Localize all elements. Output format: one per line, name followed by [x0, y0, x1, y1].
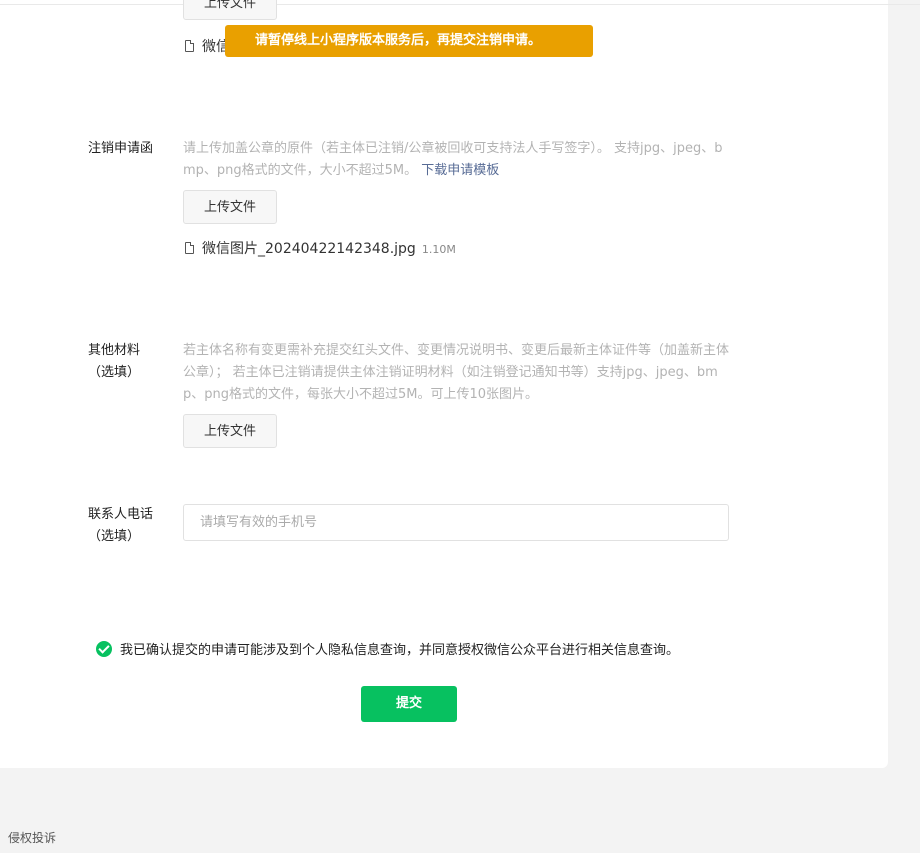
report-infringement-link[interactable]: 侵权投诉 [8, 829, 56, 846]
warning-toast: 请暂停线上小程序版本服务后，再提交注销申请。 [225, 25, 593, 57]
file-icon [185, 242, 194, 254]
upload-button-previous[interactable]: 上传文件 [183, 0, 277, 20]
upload-button-other[interactable]: 上传文件 [183, 414, 277, 448]
other-materials-label: 其他材料（选填） [88, 343, 141, 380]
file-size: 1.10M [421, 243, 456, 256]
file-name: 微信图片_20240422142348.jpg [202, 241, 416, 257]
contact-phone-label: 联系人电话（选填） [88, 507, 154, 544]
uploaded-file-letter[interactable]: 微信图片_20240422142348.jpg 1.10M [185, 240, 456, 259]
other-materials-description: 若主体名称有变更需补充提交红头文件、变更情况说明书、变更后最新主体证件等（加盖新… [183, 343, 730, 402]
checkmark-circle-icon[interactable] [96, 641, 112, 657]
phone-input[interactable] [183, 504, 729, 541]
deregistration-letter-description: 请上传加盖公章的原件（若主体已注销/公章被回收可支持法人手写签字）。 支持jpg… [183, 141, 723, 178]
file-icon [185, 40, 194, 52]
agreement-checkbox[interactable]: 我已确认提交的申请可能涉及到个人隐私信息查询，并同意授权微信公众平台进行相关信息… [96, 641, 679, 661]
form-card: 上传文件 微信 请暂停线上小程序版本服务后，再提交注销申请。 注销申请函 请上传… [0, 0, 920, 768]
upload-button-letter[interactable]: 上传文件 [183, 190, 277, 224]
submit-button[interactable]: 提交 [361, 686, 457, 722]
top-divider [0, 4, 920, 5]
download-template-link[interactable]: 下载申请模板 [421, 163, 499, 178]
uploaded-file-previous: 微信 [185, 38, 230, 56]
deregistration-letter-label: 注销申请函 [88, 141, 154, 156]
agreement-text: 我已确认提交的申请可能涉及到个人隐私信息查询，并同意授权微信公众平台进行相关信息… [120, 643, 680, 658]
